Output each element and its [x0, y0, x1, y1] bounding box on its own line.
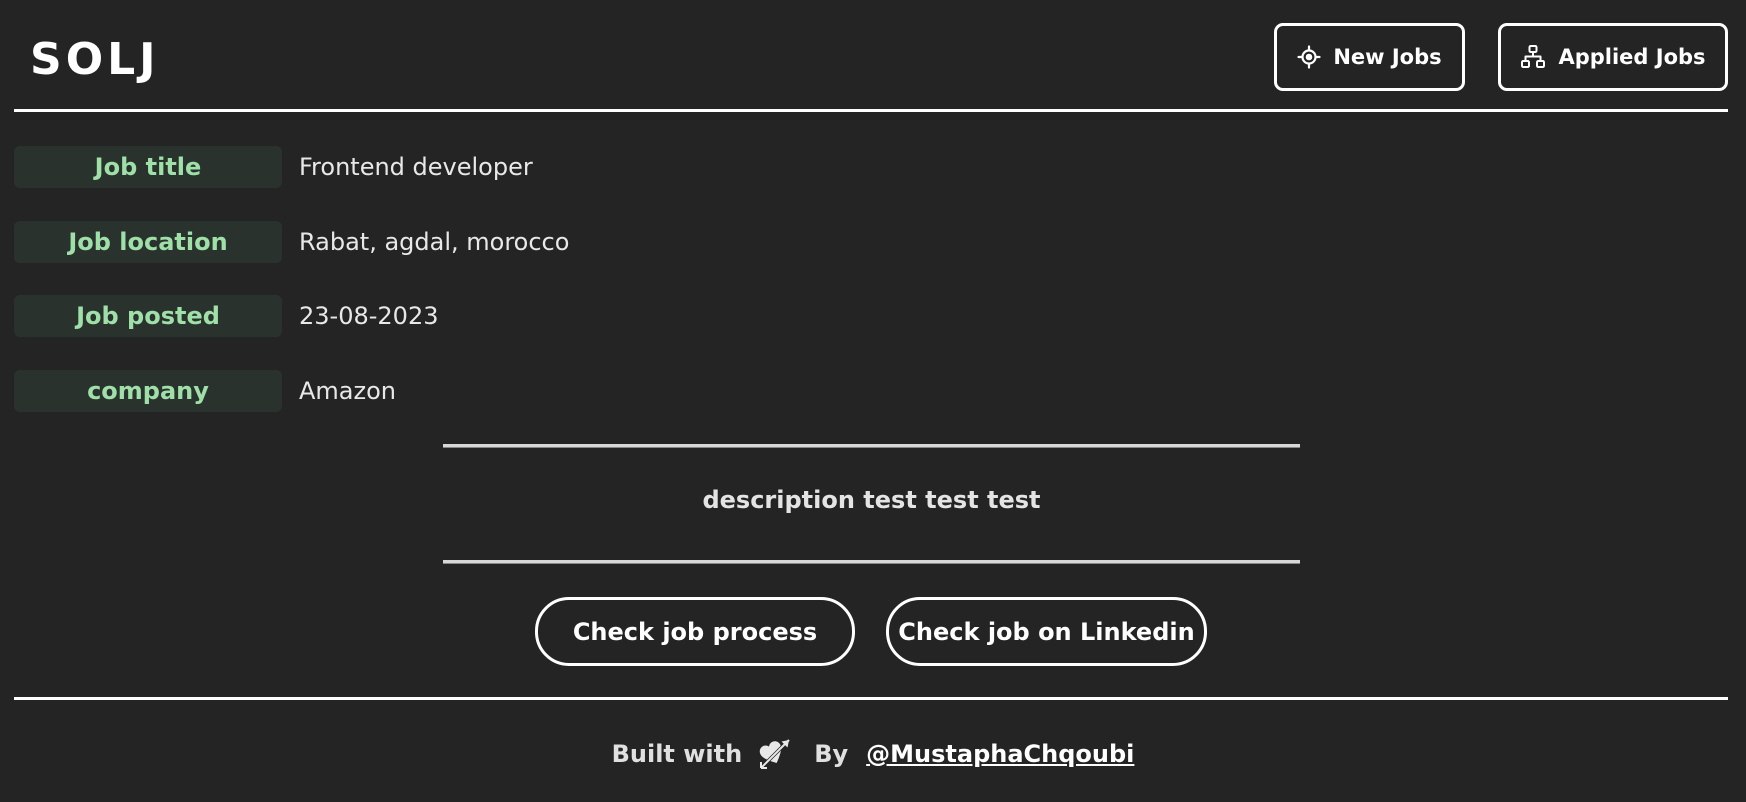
job-posted-label: Job posted	[14, 295, 282, 337]
by-text: By	[814, 740, 849, 768]
built-with-text: Built with	[611, 740, 743, 768]
author-link[interactable]: @MustaphaChqoubi	[866, 740, 1134, 768]
job-description: description test test test	[702, 486, 1041, 514]
sitemap-icon	[1520, 44, 1546, 70]
new-jobs-label: New Jobs	[1333, 45, 1442, 69]
check-job-linkedin-button[interactable]: Check job on Linkedin	[886, 597, 1207, 666]
new-jobs-button[interactable]: New Jobs	[1274, 23, 1465, 91]
company-label: company	[14, 370, 282, 412]
heart-arrow-icon	[758, 737, 792, 771]
app-footer: Built with By @MustaphaChqoubi	[0, 732, 1746, 776]
job-title-row: Job title Frontend developer	[14, 146, 533, 188]
description-bottom-divider	[443, 560, 1300, 563]
company-value: Amazon	[299, 377, 396, 405]
applied-jobs-button[interactable]: Applied Jobs	[1498, 23, 1728, 91]
header-divider	[14, 109, 1728, 112]
job-posted-value: 23-08-2023	[299, 302, 439, 330]
company-row: company Amazon	[14, 370, 396, 412]
footer-divider	[14, 697, 1728, 700]
job-posted-row: Job posted 23-08-2023	[14, 295, 438, 337]
job-title-value: Frontend developer	[299, 153, 533, 181]
description-top-divider	[443, 444, 1300, 447]
applied-jobs-label: Applied Jobs	[1558, 45, 1706, 69]
job-location-label: Job location	[14, 221, 282, 263]
check-job-process-button[interactable]: Check job process	[535, 597, 855, 666]
job-location-value: Rabat, agdal, morocco	[299, 228, 570, 256]
app-logo[interactable]: SOLJ	[30, 34, 160, 86]
job-location-row: Job location Rabat, agdal, morocco	[14, 221, 569, 263]
crosshair-icon	[1297, 45, 1321, 69]
job-title-label: Job title	[14, 146, 282, 188]
app-header: SOLJ New Jobs Applied Jobs	[14, 0, 1728, 112]
